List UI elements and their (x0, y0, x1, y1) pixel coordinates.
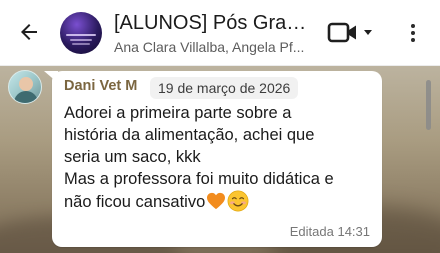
message-line: história da alimentação, achei que (64, 126, 315, 144)
message-text: Adorei a primeira parte sobre a história… (64, 102, 378, 213)
date-chip: 19 de março de 2026 (150, 77, 299, 99)
orange-heart-icon (207, 192, 226, 210)
chat-area[interactable]: Dani Vet M 19 de março de 2026 Adorei a … (0, 66, 440, 253)
arrow-back-icon (21, 24, 37, 40)
video-call-button[interactable] (326, 18, 378, 48)
chat-participants: Ana Clara Villalba, Angela Pf... (114, 39, 305, 55)
sender-name[interactable]: Dani Vet M (64, 78, 154, 94)
chat-title: [ALUNOS] Pós Graduação em Nutrição (114, 12, 310, 34)
sender-avatar[interactable] (8, 70, 42, 104)
message-line: Adorei a primeira parte sobre a (64, 104, 292, 122)
group-avatar[interactable] (60, 12, 102, 54)
message-bubble[interactable]: Dani Vet M 19 de março de 2026 Adorei a … (52, 71, 382, 247)
app-bar: [ALUNOS] Pós Graduação em Nutrição Ana C… (0, 0, 440, 66)
message-status: Editada 14:31 (289, 224, 370, 239)
message-line: Mas a professora foi muito didática e (64, 170, 334, 188)
message-line: não ficou cansativo (64, 193, 206, 211)
video-call-icon (327, 22, 372, 43)
chat-header-info[interactable]: [ALUNOS] Pós Graduação em Nutrição Ana C… (114, 10, 310, 56)
more-options-button[interactable] (400, 18, 426, 48)
smiling-face-icon (227, 190, 249, 212)
message-line: seria um saco, kkk (64, 148, 201, 166)
scrollbar-thumb[interactable] (426, 80, 431, 130)
back-button[interactable] (14, 17, 44, 47)
chevron-down-icon (364, 30, 372, 35)
more-vert-icon (411, 24, 415, 28)
